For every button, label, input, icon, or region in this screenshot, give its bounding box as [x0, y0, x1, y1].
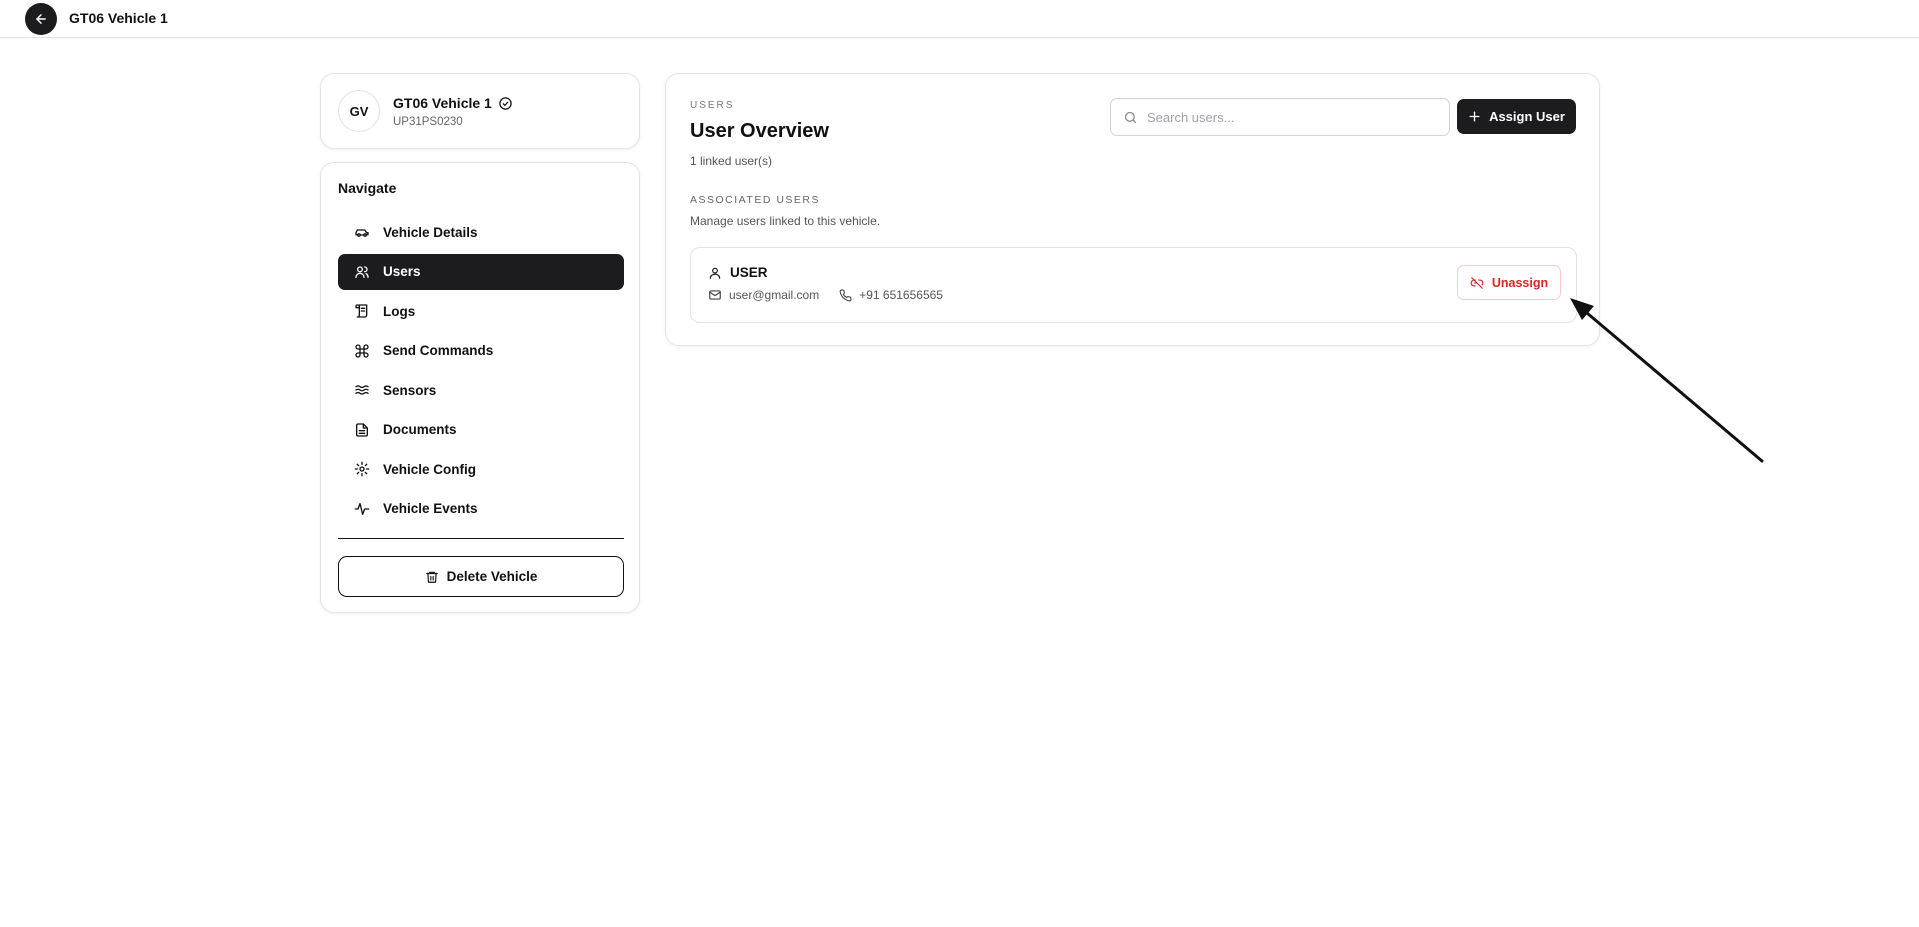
unlink-icon — [1470, 276, 1484, 289]
linked-user-count: 1 linked user(s) — [690, 154, 773, 168]
unassign-label: Unassign — [1491, 275, 1549, 290]
back-button[interactable] — [25, 3, 57, 35]
command-icon — [354, 343, 370, 359]
users-icon — [354, 264, 370, 280]
arrow-left-icon — [36, 14, 46, 24]
vehicle-name: GT06 Vehicle 1 — [393, 95, 492, 111]
nav-item-label: Sensors — [383, 382, 437, 398]
user-contact-row: user@gmail.com +91 651656565 — [708, 288, 943, 302]
delete-vehicle-button[interactable]: Delete Vehicle — [338, 556, 624, 597]
search-users-input[interactable] — [1147, 109, 1437, 125]
nav-item-users[interactable]: Users — [338, 253, 624, 290]
nav-heading: Navigate — [338, 180, 397, 196]
assign-user-label: Assign User — [1489, 109, 1565, 124]
user-overview-title: User Overview — [690, 120, 829, 142]
vehicle-avatar: GV — [338, 90, 380, 132]
search-users-box[interactable] — [1110, 98, 1450, 136]
nav-item-vehicle-details[interactable]: Vehicle Details — [338, 214, 624, 250]
nav-item-label: Vehicle Config — [383, 461, 477, 477]
user-overview-card: USERS User Overview 1 linked user(s) Ass… — [665, 73, 1600, 346]
delete-vehicle-label: Delete Vehicle — [446, 569, 538, 584]
nav-item-documents[interactable]: Documents — [338, 412, 624, 448]
top-bar: GT06 Vehicle 1 — [0, 0, 1919, 38]
nav-list: Vehicle Details Users Logs Send Commands… — [338, 214, 624, 530]
associated-users-description: Manage users linked to this vehicle. — [690, 214, 881, 228]
verified-check-icon — [499, 96, 512, 110]
nav-item-label: Users — [383, 264, 421, 279]
user-list-item: USER user@gmail.com +91 651656565 Unassi… — [690, 247, 1577, 323]
assign-user-button[interactable]: Assign User — [1457, 99, 1576, 134]
user-phone: +91 651656565 — [859, 288, 943, 302]
document-icon — [354, 422, 370, 438]
nav-item-send-commands[interactable]: Send Commands — [338, 333, 624, 369]
nav-item-logs[interactable]: Logs — [338, 293, 624, 329]
gear-icon — [354, 461, 370, 477]
vehicle-name-row: GT06 Vehicle 1 — [393, 95, 513, 111]
nav-item-label: Vehicle Details — [383, 224, 478, 240]
page-title: GT06 Vehicle 1 — [69, 10, 168, 26]
unassign-button[interactable]: Unassign — [1457, 265, 1561, 300]
nav-item-label: Vehicle Events — [383, 501, 478, 516]
user-email: user@gmail.com — [729, 288, 820, 302]
user-icon — [709, 267, 721, 279]
vehicle-plate: UP31PS0230 — [393, 116, 463, 128]
search-icon — [1124, 111, 1137, 123]
vehicle-summary-card: GV GT06 Vehicle 1 UP31PS0230 — [320, 73, 640, 149]
phone-icon — [839, 289, 852, 301]
nav-item-vehicle-events[interactable]: Vehicle Events — [338, 491, 624, 527]
activity-icon — [354, 501, 370, 517]
nav-item-label: Documents — [383, 422, 457, 437]
user-name: USER — [730, 265, 768, 280]
associated-users-label: ASSOCIATED USERS — [690, 194, 820, 206]
navigation-card: Navigate Vehicle Details Users Logs Send… — [320, 162, 640, 613]
nav-item-sensors[interactable]: Sensors — [338, 372, 624, 408]
section-eyebrow: USERS — [690, 100, 735, 111]
car-icon — [354, 224, 370, 240]
scroll-icon — [354, 303, 370, 319]
user-name-row: USER — [708, 265, 768, 280]
nav-item-vehicle-config[interactable]: Vehicle Config — [338, 451, 624, 487]
waves-icon — [354, 382, 370, 398]
plus-icon — [1469, 111, 1480, 122]
nav-divider — [338, 538, 624, 539]
mail-icon — [709, 290, 721, 300]
trash-icon — [425, 571, 438, 583]
nav-item-label: Logs — [383, 303, 416, 319]
nav-item-label: Send Commands — [383, 343, 494, 358]
annotation-arrow-icon — [1570, 298, 1764, 463]
